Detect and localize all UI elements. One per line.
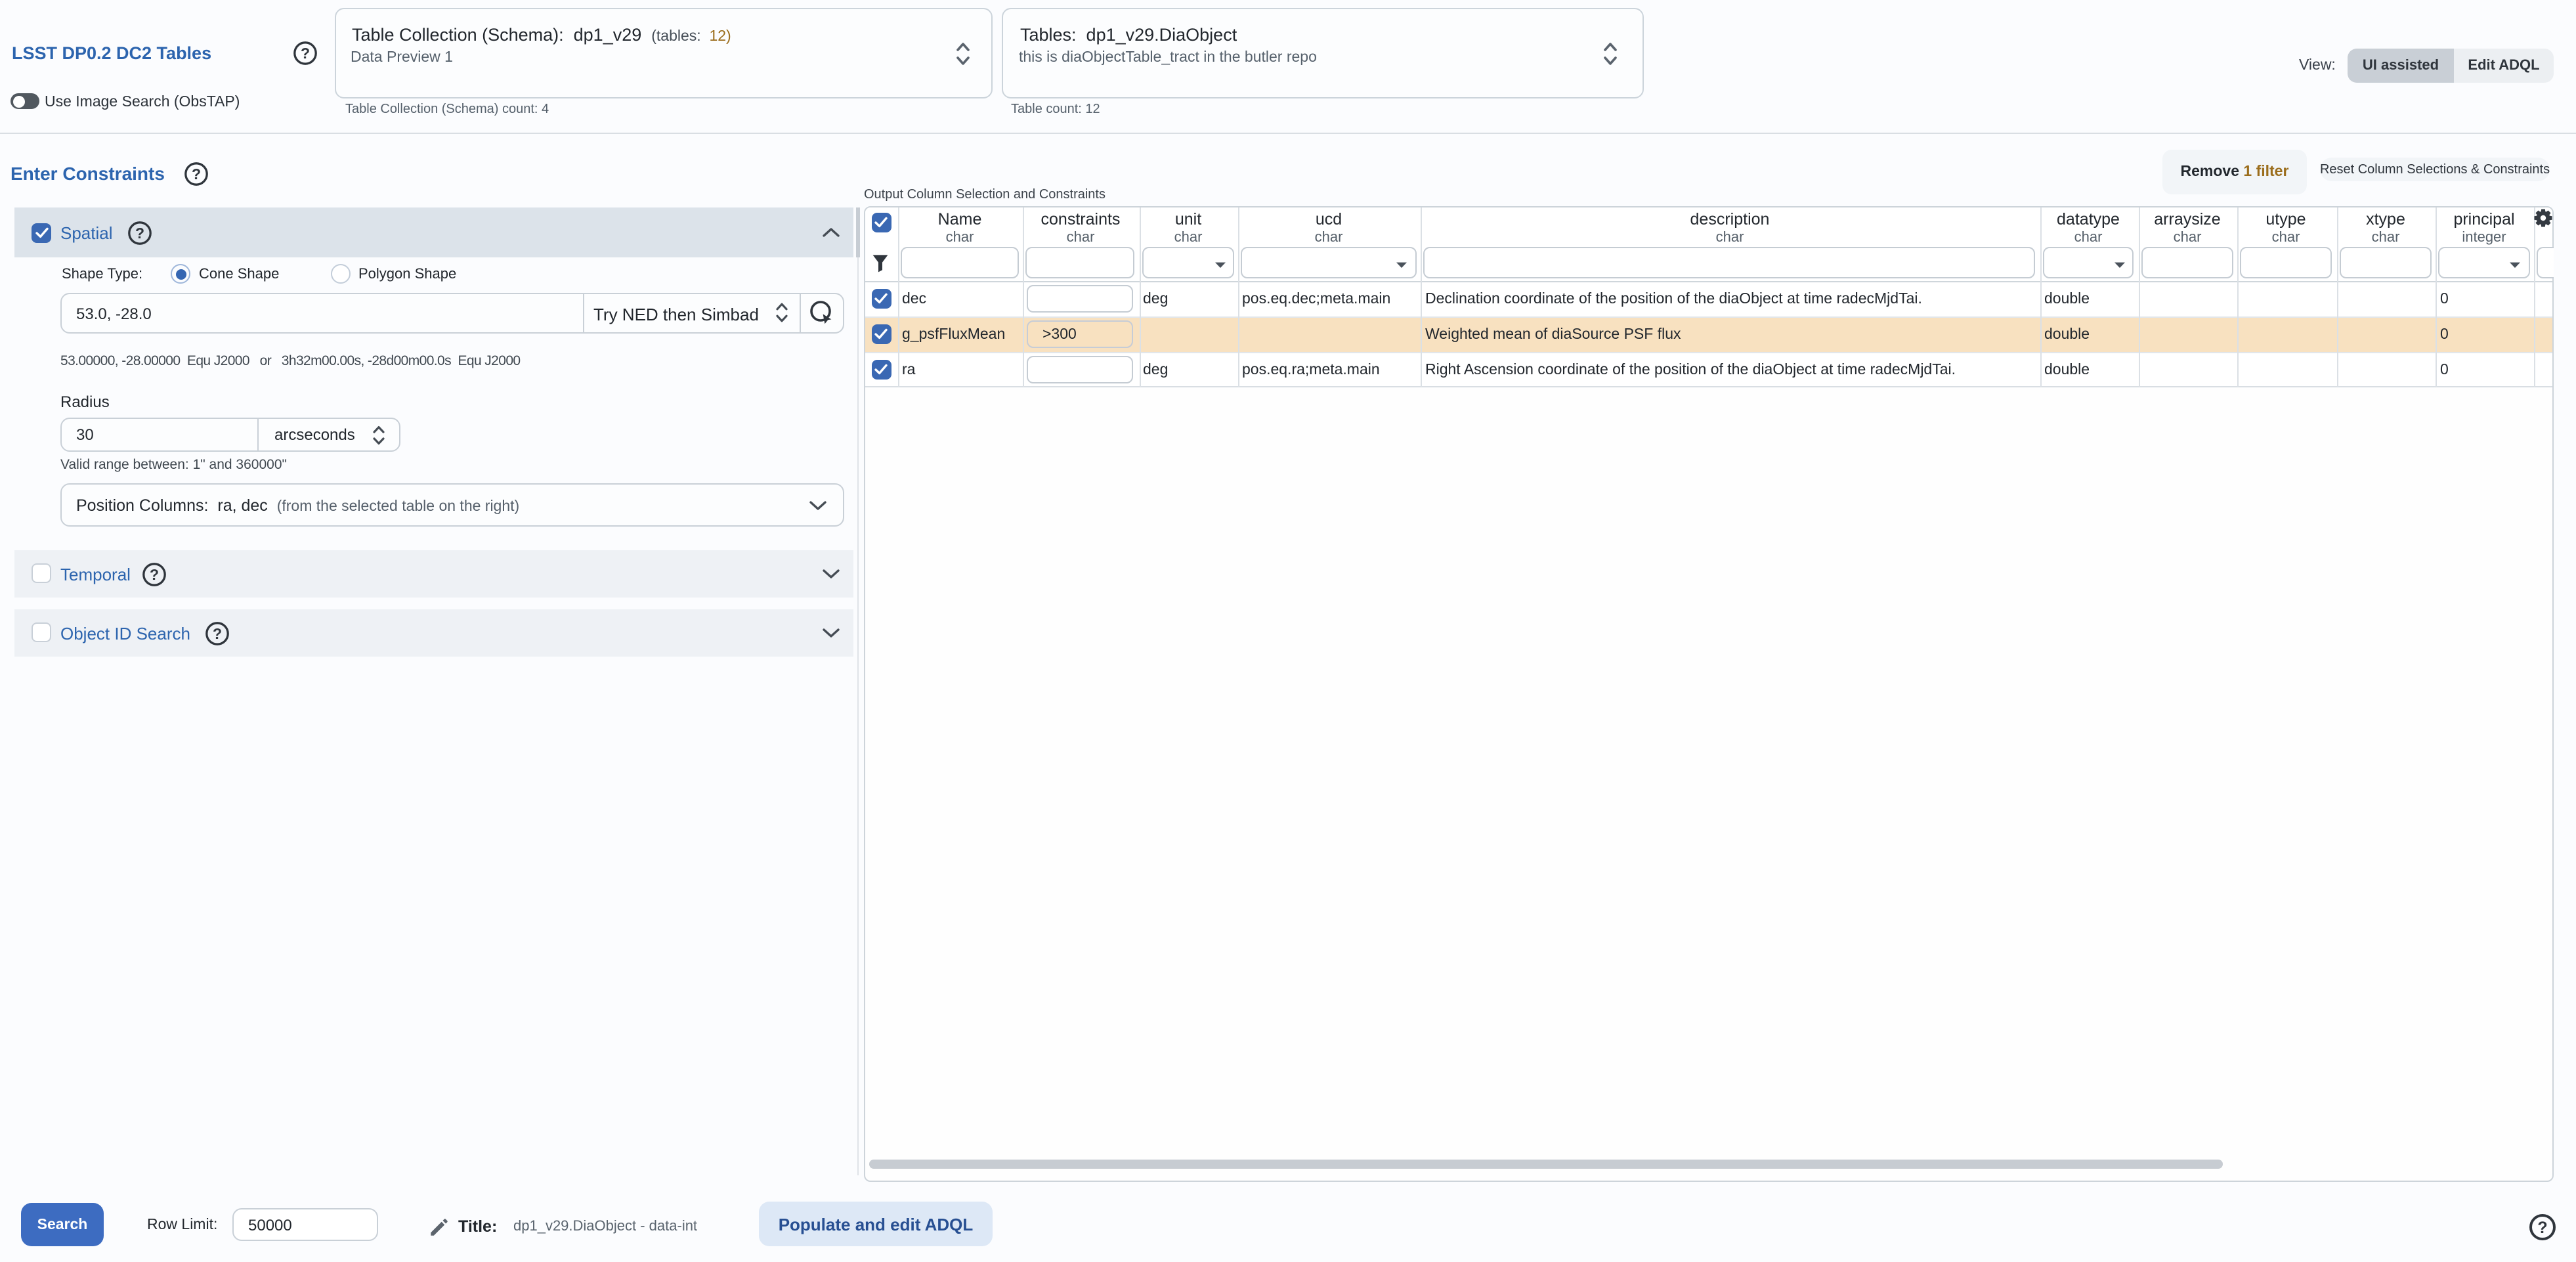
svg-text:?: ? [2537, 1219, 2547, 1237]
svg-text:?: ? [192, 165, 201, 183]
svg-text:?: ? [150, 566, 159, 583]
svg-text:?: ? [213, 625, 222, 642]
svg-text:?: ? [301, 45, 310, 62]
svg-text:?: ? [135, 225, 144, 242]
